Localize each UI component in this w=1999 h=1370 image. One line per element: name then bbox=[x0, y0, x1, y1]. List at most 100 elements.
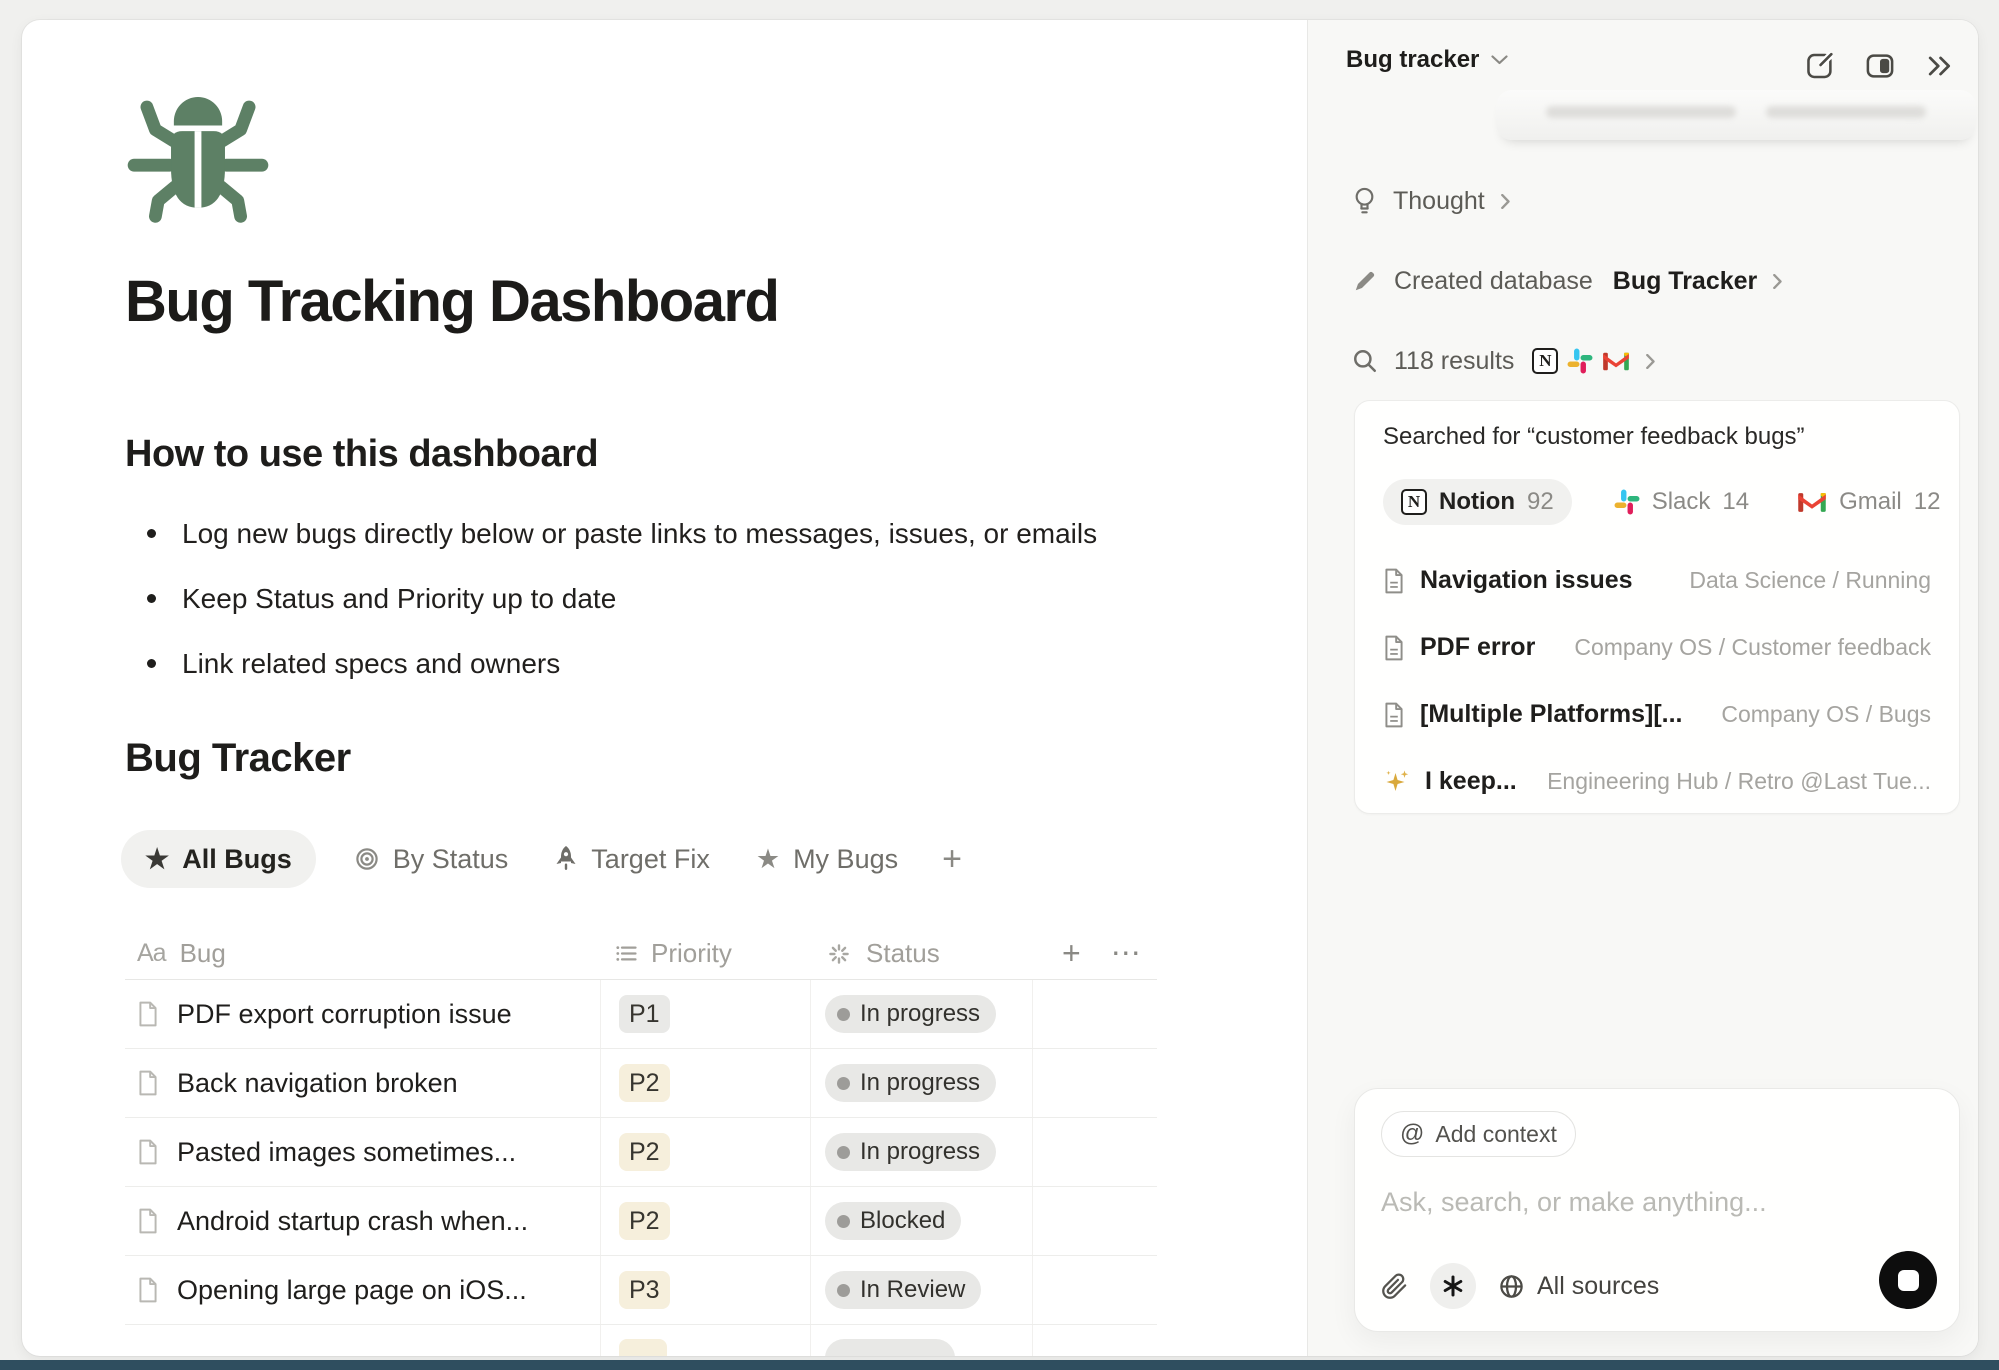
view-tab-by-status[interactable]: By Status bbox=[346, 830, 517, 888]
view-tab-target-fix[interactable]: Target Fix bbox=[546, 830, 718, 888]
bullet-dot bbox=[147, 659, 156, 668]
gmail-icon bbox=[1797, 491, 1827, 514]
empty-cell bbox=[1032, 1187, 1157, 1255]
result-title: Navigation issues bbox=[1420, 566, 1633, 595]
search-card-title: Searched for “customer feedback bugs” bbox=[1383, 423, 1931, 451]
panel-title-dropdown[interactable]: Bug tracker bbox=[1346, 46, 1508, 74]
page-icon bbox=[137, 1208, 159, 1234]
priority-pill: P2 bbox=[619, 1133, 670, 1171]
table-row[interactable]: Pasted images sometimes... P2 In progres… bbox=[125, 1118, 1157, 1187]
ghost-text-line bbox=[1766, 106, 1926, 118]
star-icon: ★ bbox=[756, 846, 780, 873]
status-pill: In progress bbox=[825, 1064, 996, 1102]
table-row[interactable]: PDF export corruption issue P1 In progre… bbox=[125, 980, 1157, 1049]
source-tab-notion[interactable]: N Notion 92 bbox=[1383, 479, 1572, 525]
screen: Bug Tracking Dashboard How to use this d… bbox=[0, 0, 1999, 1370]
view-tab-my-bugs[interactable]: ★ My Bugs bbox=[748, 830, 906, 888]
table-header-row: Aa Bug Priority bbox=[125, 928, 1157, 980]
search-result-row[interactable]: PDF error Company OS / Customer feedback bbox=[1383, 614, 1931, 681]
bug-title: Pasted images sometimes... bbox=[177, 1137, 516, 1168]
status-pill: In progress bbox=[825, 995, 996, 1033]
lightbulb-icon bbox=[1352, 186, 1377, 216]
plus-icon: + bbox=[942, 840, 962, 878]
source-tab-gmail[interactable]: Gmail 12 bbox=[1791, 479, 1946, 525]
add-column-button[interactable]: + bbox=[1062, 935, 1081, 972]
table-row[interactable]: Android startup crash when... P2 Blocked bbox=[125, 1187, 1157, 1256]
result-path: Company OS / Bugs bbox=[1721, 701, 1931, 728]
search-source-tabs: N Notion 92 Slack 14 bbox=[1383, 479, 1931, 525]
source-icons: N bbox=[1532, 348, 1630, 374]
result-title: I keep... bbox=[1425, 767, 1517, 796]
source-count: 92 bbox=[1527, 488, 1554, 516]
page-title: Bug Tracking Dashboard bbox=[125, 268, 778, 335]
status-pill bbox=[825, 1339, 955, 1356]
attach-file-button[interactable] bbox=[1381, 1273, 1408, 1300]
all-sources-button[interactable]: All sources bbox=[1498, 1272, 1659, 1301]
column-header-status[interactable]: Status bbox=[810, 938, 1032, 969]
empty-cell bbox=[1032, 1256, 1157, 1324]
model-selector-button[interactable] bbox=[1430, 1263, 1476, 1309]
status-cell: In Review bbox=[810, 1256, 1032, 1324]
new-chat-button[interactable] bbox=[1804, 50, 1836, 82]
search-result-row[interactable]: Navigation issues Data Science / Running bbox=[1383, 547, 1931, 614]
table-more-button[interactable]: ⋯ bbox=[1111, 936, 1143, 971]
table-row[interactable]: Opening large page on iOS... P3 In Revie… bbox=[125, 1256, 1157, 1325]
status-cell: Blocked bbox=[810, 1187, 1032, 1255]
add-view-button[interactable]: + bbox=[936, 840, 968, 879]
paperclip-icon bbox=[1381, 1273, 1408, 1300]
bug-page-icon bbox=[127, 76, 269, 226]
priority-pill: P1 bbox=[619, 995, 670, 1033]
compose-icon bbox=[1805, 51, 1835, 81]
bug-cell: Pasted images sometimes... bbox=[125, 1118, 600, 1186]
status-dot bbox=[837, 1077, 850, 1090]
view-tab-label: All Bugs bbox=[182, 844, 292, 875]
activity-thought[interactable]: Thought bbox=[1352, 178, 1952, 224]
activity-search-results[interactable]: 118 results N bbox=[1352, 338, 1952, 384]
page-icon bbox=[1383, 635, 1405, 661]
source-name: Gmail bbox=[1839, 488, 1902, 516]
double-chevron-right-icon bbox=[1925, 51, 1955, 81]
activity-label: Created database bbox=[1394, 267, 1593, 296]
collapse-panel-button[interactable] bbox=[1924, 50, 1956, 82]
column-label: Bug bbox=[180, 938, 226, 969]
activity-created-database[interactable]: Created database Bug Tracker bbox=[1352, 258, 1952, 304]
bug-table: Aa Bug Priority bbox=[125, 928, 1157, 1356]
source-name: Slack bbox=[1652, 488, 1711, 516]
stop-icon bbox=[1898, 1270, 1919, 1291]
ghost-text-line bbox=[1546, 106, 1736, 118]
panel-title: Bug tracker bbox=[1346, 46, 1479, 74]
prompt-input[interactable]: Ask, search, or make anything... bbox=[1381, 1187, 1933, 1218]
status-cell: In progress bbox=[810, 1118, 1032, 1186]
search-result-row[interactable]: I keep... Engineering Hub / Retro @Last … bbox=[1383, 748, 1931, 815]
slack-icon bbox=[1567, 348, 1593, 374]
search-result-row[interactable]: [Multiple Platforms][... Company OS / Bu… bbox=[1383, 681, 1931, 748]
list-item: Log new bugs directly below or paste lin… bbox=[147, 516, 1097, 551]
composer-toolbar: All sources bbox=[1381, 1263, 1659, 1309]
plus-icon: + bbox=[1062, 935, 1081, 971]
activity-label: 118 results bbox=[1394, 347, 1514, 376]
column-header-bug[interactable]: Aa Bug bbox=[125, 938, 600, 969]
panel-header-actions bbox=[1804, 50, 1956, 82]
source-count: 12 bbox=[1914, 488, 1941, 516]
priority-cell: P3 bbox=[600, 1256, 810, 1324]
view-tab-label: By Status bbox=[393, 844, 509, 875]
add-context-button[interactable]: @ Add context bbox=[1381, 1111, 1576, 1157]
chevron-right-icon bbox=[1501, 194, 1510, 209]
bug-cell: PDF export corruption issue bbox=[125, 980, 600, 1048]
empty-cell bbox=[1032, 1325, 1157, 1356]
how-to-list: Log new bugs directly below or paste lin… bbox=[147, 516, 1097, 711]
page-icon bbox=[137, 1001, 159, 1027]
status-pill: In progress bbox=[825, 1133, 996, 1171]
activity-label: Thought bbox=[1393, 187, 1485, 216]
table-row-partial[interactable] bbox=[125, 1325, 1157, 1356]
source-tab-slack[interactable]: Slack 14 bbox=[1608, 479, 1755, 525]
sidebar-toggle-icon[interactable] bbox=[1864, 50, 1896, 82]
view-tab-label: My Bugs bbox=[793, 844, 898, 875]
column-header-priority[interactable]: Priority bbox=[600, 938, 810, 969]
list-item: Link related specs and owners bbox=[147, 646, 1097, 681]
view-tab-all-bugs[interactable]: ★ All Bugs bbox=[121, 830, 316, 888]
stop-generating-button[interactable] bbox=[1879, 1251, 1937, 1309]
status-dot bbox=[837, 1008, 850, 1021]
page-icon bbox=[137, 1277, 159, 1303]
table-row[interactable]: Back navigation broken P2 In progress bbox=[125, 1049, 1157, 1118]
